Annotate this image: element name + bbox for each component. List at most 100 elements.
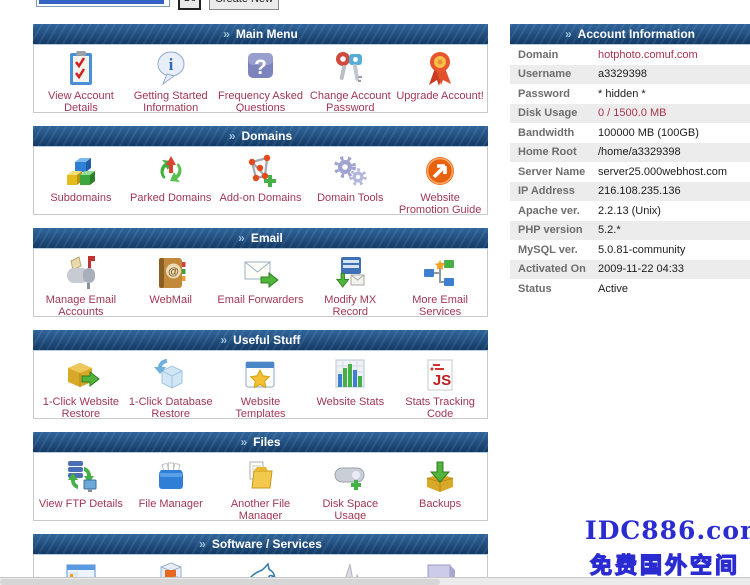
item-label: Parked Domains: [130, 192, 211, 204]
header-bullet: »: [240, 435, 247, 449]
account-value: 2009-11-22 04:33: [598, 263, 684, 275]
account-value: 5.0.81-community: [598, 244, 685, 256]
item-1click-website-restore[interactable]: 1-Click Website Restore: [36, 354, 126, 419]
account-row-bandwidth: Bandwidth100000 MB (100GB): [510, 123, 750, 143]
header-bullet: »: [199, 537, 206, 551]
item-label: View FTP Details: [39, 498, 123, 510]
folder-document-icon: [240, 456, 280, 497]
account-value: 216.108.235.136: [598, 185, 681, 197]
item-modify-mx-record[interactable]: Modify MX Record: [305, 252, 395, 317]
item-subdomains[interactable]: Subdomains: [36, 150, 126, 204]
item-backups[interactable]: Backups: [395, 456, 485, 510]
go-button[interactable]: Go: [178, 0, 201, 10]
item-disk-space-usage[interactable]: Disk Space Usage: [305, 456, 395, 521]
section-header: » Files: [33, 432, 488, 453]
item-label: Disk Space Usage: [305, 498, 395, 521]
account-value: 5.2.*: [598, 224, 621, 236]
watermark: IDC886.com 免费国外空间: [585, 516, 745, 580]
item-webmail[interactable]: @ WebMail: [126, 252, 216, 306]
account-information-panel: »Account Information Domainhotphoto.comu…: [510, 24, 750, 299]
promotion-arrow-icon: [420, 150, 460, 191]
address-book-icon: @: [151, 252, 191, 293]
account-value: a3329398: [598, 68, 647, 80]
account-value: * hidden *: [598, 88, 646, 100]
item-label: Domain Tools: [317, 192, 383, 204]
section-body: View Account Details i Getting Started I…: [33, 45, 488, 113]
keys-icon: [330, 48, 370, 89]
account-value-domain[interactable]: hotphoto.comuf.com: [598, 49, 698, 61]
section-domains: »Domains Subdomains Parked Domains Add-o…: [33, 126, 488, 215]
section-title: Main Menu: [236, 27, 298, 41]
section-header: »Main Menu: [33, 24, 488, 45]
account-label: Apache ver.: [510, 205, 598, 217]
section-useful-stuff: »Useful Stuff 1-Click Website Restore 1-…: [33, 330, 488, 419]
item-file-manager[interactable]: File Manager: [126, 456, 216, 510]
hard-drive-plus-icon: [330, 456, 370, 497]
item-more-email-services[interactable]: More Email Services: [395, 252, 485, 317]
item-view-ftp-details[interactable]: View FTP Details: [36, 456, 126, 510]
server-mail-icon: [330, 252, 370, 293]
account-label: Password: [510, 88, 598, 100]
topbar: Go Create New: [36, 0, 279, 10]
topbar-input[interactable]: [36, 0, 170, 7]
section-header: »Software / Services: [33, 534, 488, 555]
account-value: /home/a3329398: [598, 146, 681, 158]
header-bullet: »: [238, 231, 245, 245]
item-change-account-password[interactable]: Change Account Password: [305, 48, 395, 113]
bar-chart-icon: [330, 354, 370, 395]
svg-text:JS: JS: [433, 372, 451, 389]
account-row-apache-version: Apache ver.2.2.13 (Unix): [510, 201, 750, 221]
item-frequency-asked-questions[interactable]: ? Frequency Asked Questions: [216, 48, 306, 113]
section-email: »Email Manage Email Accounts @ WebMail E…: [33, 228, 488, 317]
item-label: Subdomains: [50, 192, 111, 204]
item-domain-tools[interactable]: Domain Tools: [305, 150, 395, 204]
item-1click-database-restore[interactable]: 1-Click Database Restore: [126, 354, 216, 419]
item-email-forwarders[interactable]: Email Forwarders: [216, 252, 306, 306]
item-view-account-details[interactable]: View Account Details: [36, 48, 126, 113]
item-manage-email-accounts[interactable]: Manage Email Accounts: [36, 252, 126, 317]
item-website-stats[interactable]: Website Stats: [305, 354, 395, 408]
item-upgrade-account[interactable]: Upgrade Account!: [395, 48, 485, 102]
item-stats-tracking-code[interactable]: JS Stats Tracking Code: [395, 354, 485, 419]
section-title: Files: [253, 435, 280, 449]
envelope-forward-icon: [240, 252, 280, 293]
scrollbar-thumb[interactable]: [0, 579, 440, 585]
item-parked-domains[interactable]: Parked Domains: [126, 150, 216, 204]
horizontal-scrollbar[interactable]: [0, 577, 750, 585]
blue-cube-restore-icon: [151, 354, 191, 395]
server-monitor-sync-icon: [61, 456, 101, 497]
section-main-menu: »Main Menu View Account Details i Gettin…: [33, 24, 488, 113]
section-body: 1-Click Website Restore 1-Click Database…: [33, 351, 488, 419]
item-website-templates[interactable]: Website Templates: [216, 354, 306, 419]
item-another-file-manager[interactable]: Another File Manager: [216, 456, 306, 521]
item-label: More Email Services: [395, 294, 485, 317]
item-label: Website Templates: [216, 396, 306, 419]
flowchart-star-icon: [420, 252, 460, 293]
account-label: Status: [510, 283, 598, 295]
mailbox-icon: [61, 252, 101, 293]
item-getting-started-information[interactable]: i Getting Started Information: [126, 48, 216, 113]
section-header: »Email: [33, 228, 488, 249]
item-addon-domains[interactable]: Add-on Domains: [216, 150, 306, 204]
item-label: Backups: [419, 498, 461, 510]
item-label: Upgrade Account!: [396, 90, 483, 102]
account-label: Username: [510, 68, 598, 80]
account-row-home-root: Home Root/home/a3329398: [510, 143, 750, 163]
create-new-button[interactable]: Create New: [209, 0, 279, 10]
account-row-status: StatusActive: [510, 279, 750, 299]
account-label: Activated On: [510, 263, 598, 275]
account-panel-header: »Account Information: [510, 24, 750, 45]
account-label: Server Name: [510, 166, 598, 178]
item-label: Frequency Asked Questions: [216, 90, 306, 113]
gears-icon: [330, 150, 370, 191]
watermark-domain: IDC886.com: [585, 516, 745, 545]
account-row-username: Usernamea3329398: [510, 65, 750, 85]
item-label: Manage Email Accounts: [36, 294, 126, 317]
item-label: View Account Details: [36, 90, 126, 113]
section-title: Domains: [242, 129, 293, 143]
recycle-arrows-icon: [151, 150, 191, 191]
item-website-promotion-guide[interactable]: Website Promotion Guide: [395, 150, 485, 215]
section-body: Subdomains Parked Domains Add-on Domains…: [33, 147, 488, 215]
item-label: Another File Manager: [216, 498, 306, 521]
account-value: 100000 MB (100GB): [598, 127, 699, 139]
